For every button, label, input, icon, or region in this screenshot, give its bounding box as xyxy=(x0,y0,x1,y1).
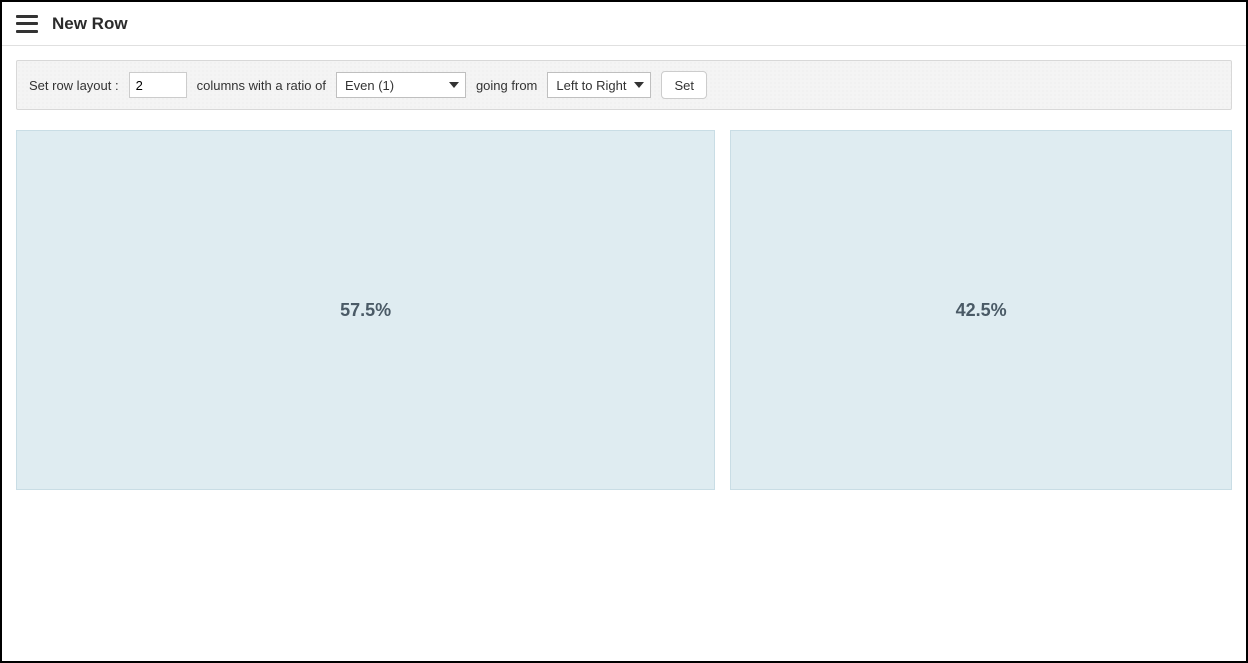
columns-ratio-label: columns with a ratio of xyxy=(197,78,326,93)
page-header: New Row xyxy=(2,2,1246,46)
columns-count-input[interactable] xyxy=(129,72,187,98)
direction-select[interactable]: Left to Right xyxy=(547,72,651,98)
column-left[interactable]: 57.5% xyxy=(16,130,715,490)
content-area: Set row layout : columns with a ratio of… xyxy=(2,46,1246,504)
direction-select-value: Left to Right xyxy=(556,78,626,93)
row-preview: 57.5% 42.5% xyxy=(16,130,1232,490)
column-right-width-label: 42.5% xyxy=(956,300,1007,321)
page-title: New Row xyxy=(52,14,128,34)
chevron-down-icon xyxy=(634,82,644,88)
menu-icon[interactable] xyxy=(16,15,38,33)
going-from-label: going from xyxy=(476,78,537,93)
ratio-select[interactable]: Even (1) xyxy=(336,72,466,98)
set-row-layout-label: Set row layout : xyxy=(29,78,119,93)
column-right[interactable]: 42.5% xyxy=(730,130,1232,490)
chevron-down-icon xyxy=(449,82,459,88)
set-button[interactable]: Set xyxy=(661,71,707,99)
column-left-width-label: 57.5% xyxy=(340,300,391,321)
ratio-select-value: Even (1) xyxy=(345,78,394,93)
row-layout-toolbar: Set row layout : columns with a ratio of… xyxy=(16,60,1232,110)
